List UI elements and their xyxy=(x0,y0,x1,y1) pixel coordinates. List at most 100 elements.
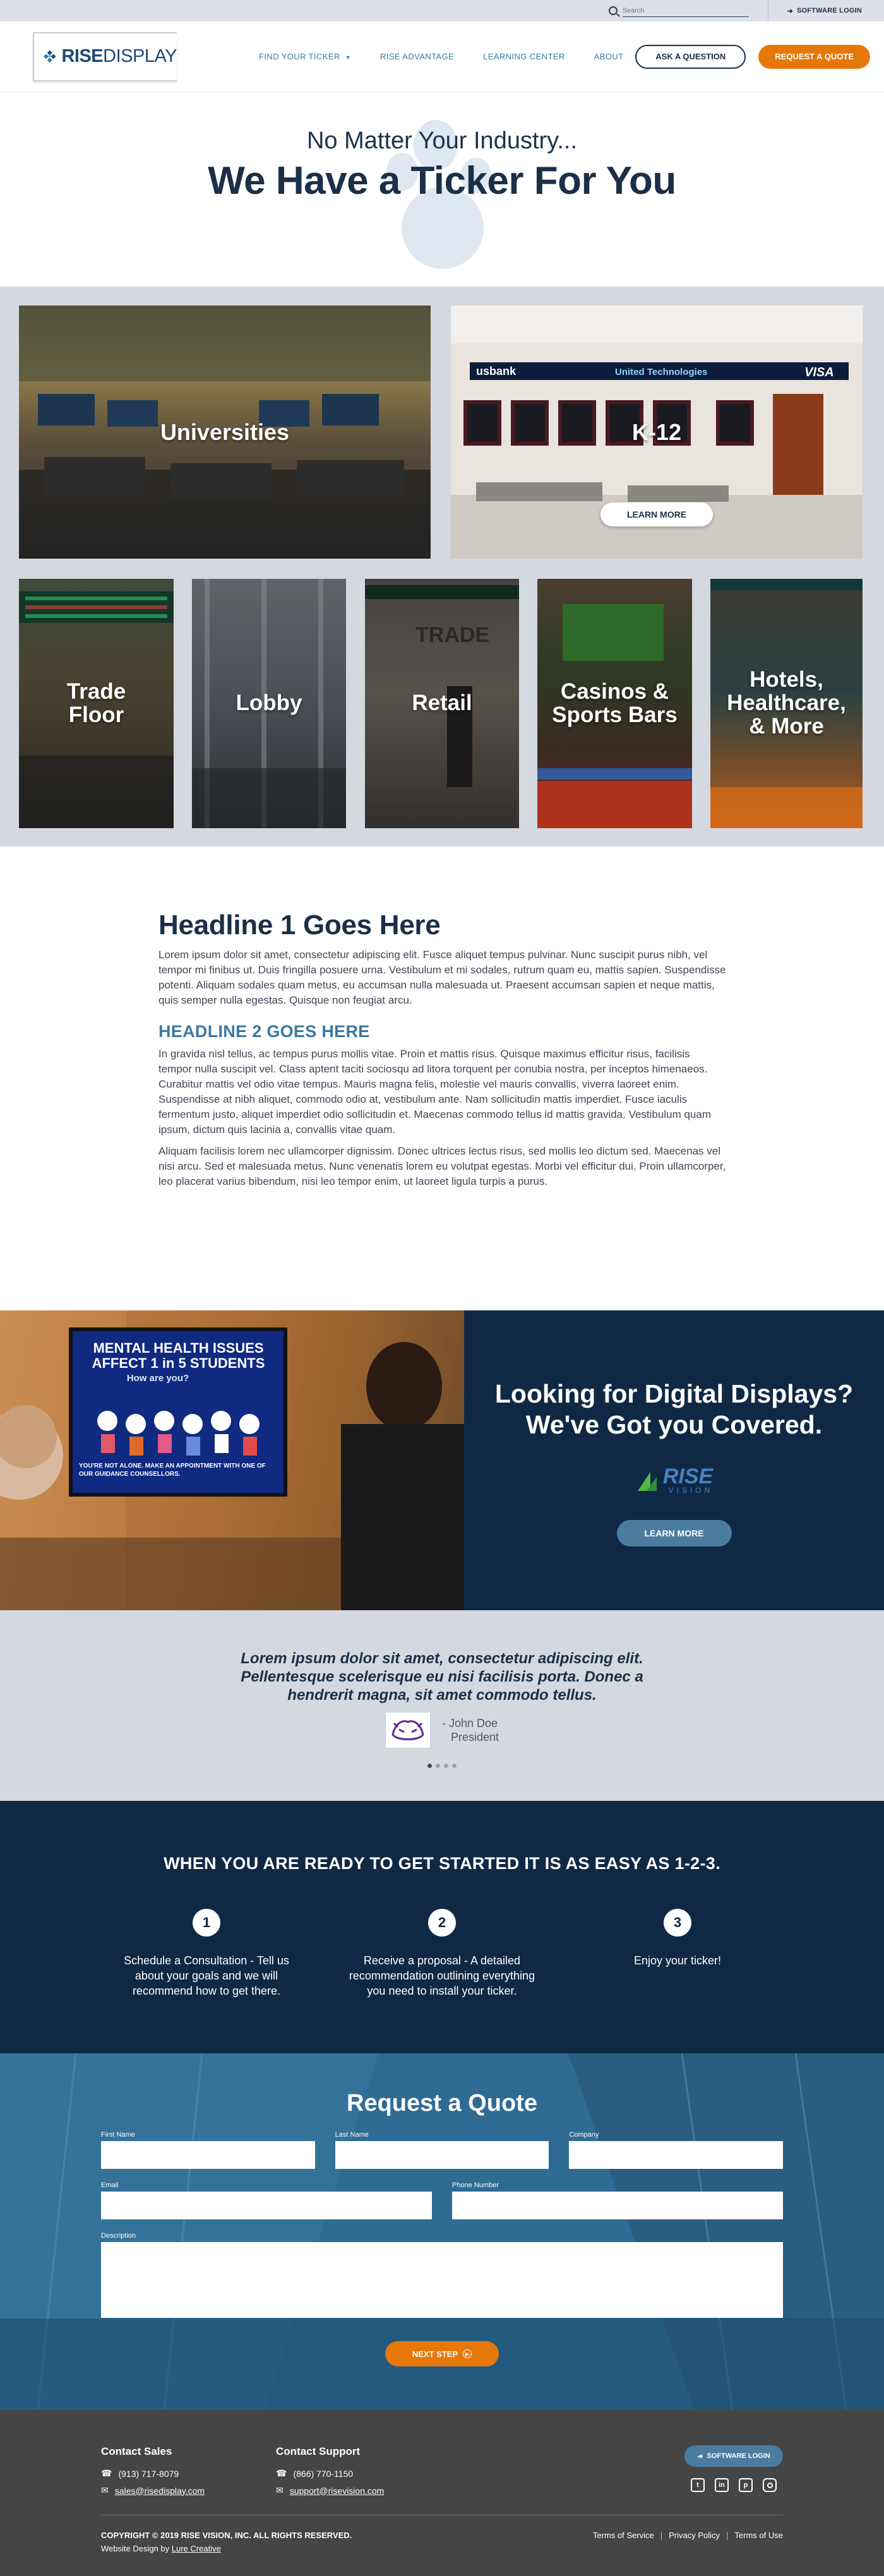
ask-question-button[interactable]: ASK A QUESTION xyxy=(635,44,746,69)
promo-cta: Looking for Digital Displays? We've Got … xyxy=(464,1310,884,1610)
nav-rise-advantage[interactable]: RISE ADVANTAGE xyxy=(380,52,454,61)
header-actions: ASK A QUESTION REQUEST A QUOTE xyxy=(635,44,870,69)
software-login-label: SOFTWARE LOGIN xyxy=(796,7,862,15)
terms-of-service-link[interactable]: Terms of Service xyxy=(593,2531,654,2553)
hero-title: We Have a Ticker For You xyxy=(208,159,676,203)
carousel-dot[interactable] xyxy=(452,1764,457,1768)
tile-label: Hotels, Healthcare, & More xyxy=(727,667,846,739)
lure-creative-link[interactable]: Lure Creative xyxy=(172,2544,221,2553)
learn-more-button[interactable]: LEARN MORE xyxy=(600,502,713,526)
divider: | xyxy=(726,2531,729,2540)
tile-casinos[interactable]: Casinos & Sports Bars xyxy=(537,579,692,828)
rise-vision-mark-icon xyxy=(637,1472,657,1492)
step-item: 3 Enjoy your ticker! xyxy=(560,1909,796,1998)
next-step-label: NEXT STEP xyxy=(412,2349,458,2359)
first-name-input[interactable] xyxy=(101,2141,315,2169)
carousel-dot[interactable] xyxy=(427,1764,432,1768)
step-text: Receive a proposal - A detailed recommen… xyxy=(349,1954,535,1997)
tile-hotels[interactable]: Hotels, Healthcare, & More xyxy=(710,579,863,828)
sales-phone-link[interactable]: (913) 717-8079 xyxy=(118,2469,179,2479)
next-step-button[interactable]: NEXT STEP ▶ xyxy=(385,2341,499,2366)
linkedin-icon[interactable]: in xyxy=(715,2478,729,2492)
company-input[interactable] xyxy=(569,2141,784,2169)
quote-form-section: Request a Quote First Name Last Name Com… xyxy=(0,2053,884,2410)
tile-lobby[interactable]: Lobby xyxy=(192,579,346,828)
support-email-link[interactable]: support@risevision.com xyxy=(290,2486,385,2496)
headline-1: Headline 1 Goes Here xyxy=(158,910,441,941)
screen-footer: YOU'RE NOT ALONE. MAKE AN APPOINTMENT WI… xyxy=(79,1463,266,1478)
nav-find-your-ticker[interactable]: FIND YOUR TICKER ▼ xyxy=(259,52,351,61)
contact-sales: Contact Sales ☎ (913) 717-8079 ✉ sales@ris… xyxy=(101,2445,276,2502)
login-icon: ➜ xyxy=(787,7,793,15)
promo-title: Looking for Digital Displays? We've Got … xyxy=(494,1379,854,1440)
quote-form-title: Request a Quote xyxy=(347,2090,537,2116)
design-credit: Website Design by Lure Creative xyxy=(101,2544,221,2553)
site-footer: Contact Sales ☎ (913) 717-8079 ✉ sales@ris… xyxy=(0,2410,884,2576)
twitter-icon[interactable]: t xyxy=(691,2478,705,2492)
last-name-input[interactable] xyxy=(335,2141,549,2169)
description-input[interactable] xyxy=(101,2242,783,2318)
step-number: 1 xyxy=(193,1909,220,1937)
tile-retail[interactable]: TRADE Retail xyxy=(365,579,519,828)
svg-text:United Technologies: United Technologies xyxy=(615,367,707,377)
search-icon[interactable] xyxy=(608,6,618,15)
nav-about[interactable]: ABOUT xyxy=(594,52,624,61)
site-logo[interactable]: RISEDISPLAY xyxy=(33,32,177,81)
footer-software-login-button[interactable]: ➜ SOFTWARE LOGIN xyxy=(684,2445,783,2467)
svg-text:How are you?: How are you? xyxy=(127,1373,189,1384)
paragraph: Lorem ipsum dolor sit amet, consectetur … xyxy=(158,949,726,1006)
tile-label: K-12 xyxy=(631,418,682,445)
tile-trade-floor[interactable]: Trade Floor xyxy=(19,579,174,828)
sales-email-link[interactable]: sales@risedisplay.com xyxy=(115,2486,205,2496)
paragraph: In gravida nisl tellus, ac tempus purus … xyxy=(158,1048,711,1136)
search-input[interactable] xyxy=(622,4,749,17)
tile-label: Retail xyxy=(412,691,472,716)
email-field: Email xyxy=(101,2181,432,2219)
arrow-circle-icon: ▶ xyxy=(463,2349,472,2358)
tile-universities[interactable]: Universities xyxy=(19,306,431,559)
last-name-field: Last Name xyxy=(335,2131,549,2169)
social-links: t in p xyxy=(691,2478,777,2492)
step-item: 1 Schedule a Consultation - Tell us abou… xyxy=(89,1909,325,1998)
step-number: 2 xyxy=(428,1909,456,1937)
learn-more-button[interactable]: LEARN MORE xyxy=(616,1520,732,1547)
contact-sales-heading: Contact Sales xyxy=(101,2445,172,2457)
testimonial-quote: Lorem ipsum dolor sit amet, consectetur … xyxy=(241,1650,643,1704)
tile-label: Universities xyxy=(160,418,290,445)
contact-support: Contact Support ☎ (866) 770-1150 ✉ support… xyxy=(276,2445,451,2502)
carousel-dot[interactable] xyxy=(436,1764,440,1768)
site-search xyxy=(608,4,749,17)
support-phone-link[interactable]: (866) 770-1150 xyxy=(293,2469,353,2479)
phone-icon: ☎ xyxy=(276,2468,287,2478)
phone-icon: ☎ xyxy=(101,2468,112,2478)
tile-label: Lobby xyxy=(236,691,302,716)
svg-text:usbank: usbank xyxy=(476,365,517,377)
phone-input[interactable] xyxy=(452,2192,783,2219)
request-quote-button[interactable]: REQUEST A QUOTE xyxy=(758,44,870,69)
wildcat-logo xyxy=(385,1712,431,1748)
tile-label: Trade Floor xyxy=(66,679,126,727)
pinterest-icon[interactable]: p xyxy=(739,2478,753,2492)
testimonial-author: - John Doe President xyxy=(0,1712,884,1748)
carousel-dot[interactable] xyxy=(444,1764,448,1768)
author-name: - John Doe xyxy=(441,1717,498,1730)
contact-support-heading: Contact Support xyxy=(276,2445,361,2457)
instagram-icon[interactable] xyxy=(763,2478,777,2492)
promo-photo: How are you? MENTAL HEALTH ISSUES AFFECT… xyxy=(0,1310,464,1610)
copyright: COPYRIGHT © 2019 RISE VISION, INC. ALL R… xyxy=(101,2531,352,2540)
field-label: Last Name xyxy=(335,2131,369,2139)
terms-of-use-link[interactable]: Terms of Use xyxy=(734,2531,783,2553)
software-login-link[interactable]: ➜ SOFTWARE LOGIN xyxy=(787,7,862,15)
field-label: Description xyxy=(101,2232,136,2240)
description-field: Description xyxy=(101,2232,783,2321)
divider: | xyxy=(660,2531,663,2540)
nav-learning-center[interactable]: LEARNING CENTER xyxy=(483,52,565,61)
main-nav: FIND YOUR TICKER ▼ RISE ADVANTAGE LEARNIN… xyxy=(259,52,623,61)
phone-field: Phone Number xyxy=(452,2181,783,2219)
email-input[interactable] xyxy=(101,2192,432,2219)
carousel-dots xyxy=(0,1764,884,1768)
steps-list: 1 Schedule a Consultation - Tell us abou… xyxy=(0,1909,884,1998)
privacy-policy-link[interactable]: Privacy Policy xyxy=(669,2531,720,2553)
headline-2: HEADLINE 2 GOES HERE xyxy=(158,1022,370,1041)
tile-k12[interactable]: usbank United Technologies VISA K-12 LEA… xyxy=(451,306,863,559)
